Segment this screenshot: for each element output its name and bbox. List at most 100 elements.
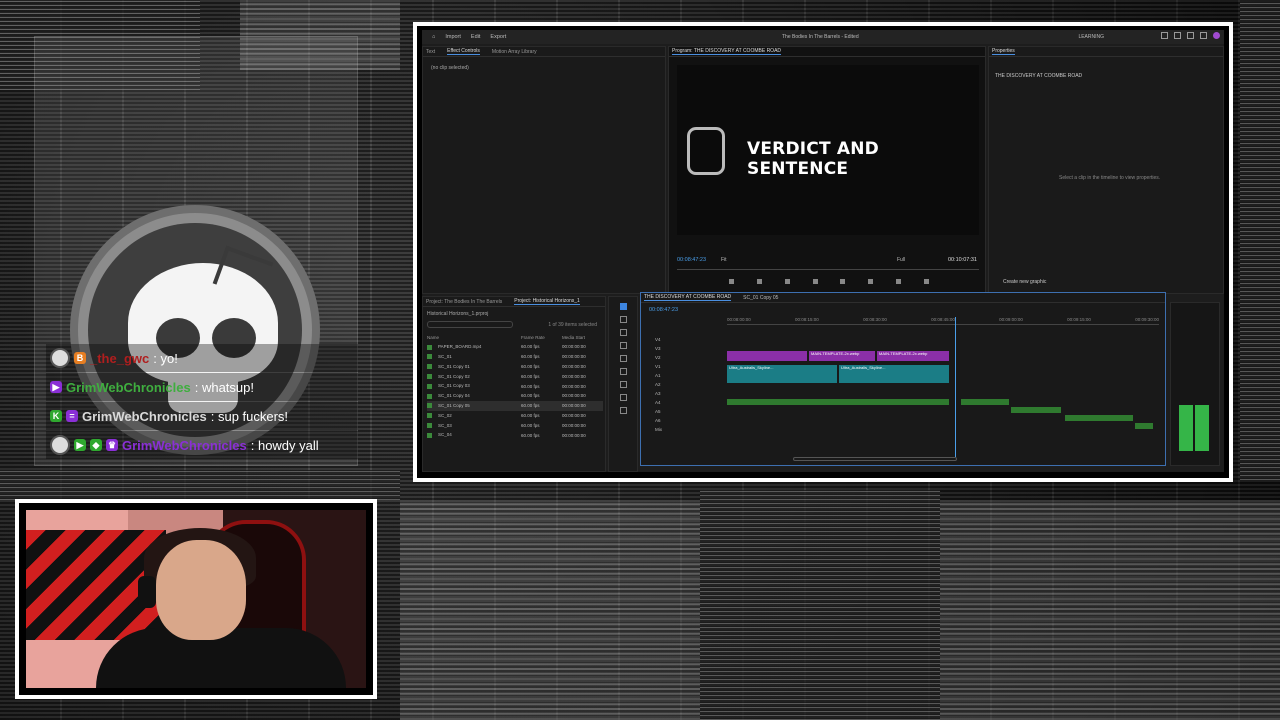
table-row[interactable]: SC_04 60.00 fps 00:00:00:00 xyxy=(427,430,603,440)
title-clip[interactable] xyxy=(727,351,807,361)
create-graphic-button[interactable]: Create new graphic xyxy=(1003,279,1046,285)
track-header[interactable]: A3 xyxy=(649,391,725,400)
pen-icon[interactable] xyxy=(619,368,627,375)
type-icon[interactable] xyxy=(619,407,627,414)
search-icon[interactable] xyxy=(1187,32,1194,39)
color-label-icon[interactable] xyxy=(427,373,432,379)
color-label-icon[interactable] xyxy=(427,422,432,428)
table-row[interactable]: SC_01 60.00 fps 00:00:00:00 xyxy=(427,352,603,362)
track-header[interactable]: V3 xyxy=(649,346,725,355)
lift-icon[interactable] xyxy=(868,279,874,284)
column-name[interactable]: Name xyxy=(427,333,521,342)
color-label-icon[interactable] xyxy=(427,344,432,350)
mark-out-icon[interactable] xyxy=(756,279,762,284)
ruler-tick: 00:08:45:00 xyxy=(931,317,955,322)
tab-sequence[interactable]: THE DISCOVERY AT COOMBE ROAD xyxy=(644,294,732,301)
column-frame-rate[interactable]: Frame Rate xyxy=(521,333,562,342)
track-header[interactable]: A5 xyxy=(649,409,725,418)
color-label-icon[interactable] xyxy=(427,393,432,399)
mark-in-icon[interactable] xyxy=(729,279,734,284)
track-header[interactable]: A4 xyxy=(649,400,725,409)
menu-import[interactable]: Import xyxy=(445,34,461,40)
color-label-icon[interactable] xyxy=(427,432,432,438)
table-row[interactable]: SC_01 Copy 03 60.00 fps 00:00:00:00 xyxy=(427,381,603,391)
track-header[interactable]: V2 xyxy=(649,355,725,364)
time-ruler[interactable]: 00:08:00:00 00:08:15:00 00:08:30:00 00:0… xyxy=(727,317,1159,325)
tab-motion-array[interactable]: Motion Array Library xyxy=(492,49,537,55)
tab-effect-controls[interactable]: Effect Controls xyxy=(447,48,480,55)
zoom-select[interactable]: Fit xyxy=(721,257,727,263)
rectangle-icon[interactable] xyxy=(619,381,627,388)
workspace-icon[interactable] xyxy=(1161,32,1168,39)
home-icon[interactable]: ⌂ xyxy=(432,34,435,40)
tab-project-1[interactable]: Project: The Bodies In The Barrels xyxy=(426,299,502,305)
audio-clip[interactable] xyxy=(1135,423,1153,429)
razor-icon[interactable] xyxy=(619,342,627,349)
program-screen[interactable]: VERDICT AND SENTENCE xyxy=(677,65,979,235)
menu-edit[interactable]: Edit xyxy=(471,34,480,40)
track-header[interactable]: Mix xyxy=(649,427,725,436)
color-label-icon[interactable] xyxy=(427,383,432,389)
play-icon[interactable] xyxy=(812,279,818,284)
chat-username[interactable]: GrimWebChronicles xyxy=(66,380,191,395)
tab-text[interactable]: Text xyxy=(426,49,435,55)
table-row[interactable]: SC_01 Copy 02 60.00 fps 00:00:00:00 xyxy=(427,371,603,381)
table-row[interactable]: SC_03 60.00 fps 00:00:00:00 xyxy=(427,420,603,430)
cell-name: PAPER_BOARD.mp4 xyxy=(427,342,521,352)
timeline-scrollbar[interactable] xyxy=(793,457,957,461)
playhead[interactable] xyxy=(955,317,956,457)
table-row[interactable]: SC_02 60.00 fps 00:00:00:00 xyxy=(427,411,603,421)
track-header[interactable]: A6 xyxy=(649,418,725,427)
step-back-icon[interactable] xyxy=(784,279,790,284)
export-frame-icon[interactable] xyxy=(923,279,929,284)
timeline-timecode[interactable]: 00:08:47:23 xyxy=(649,307,678,313)
extract-icon[interactable] xyxy=(896,279,902,284)
color-label-icon[interactable] xyxy=(427,403,432,409)
video-clip[interactable]: Ultra_Australis_Skyline... xyxy=(727,365,837,383)
program-label[interactable]: Program: THE DISCOVERY AT COOMBE ROAD xyxy=(672,48,782,55)
audio-clip[interactable] xyxy=(727,399,949,405)
column-media-start[interactable]: Media Start xyxy=(562,333,603,342)
menu-export[interactable]: Export xyxy=(490,34,506,40)
color-label-icon[interactable] xyxy=(427,413,432,419)
selection-tool-icon[interactable] xyxy=(619,303,627,310)
track-header[interactable]: V4 xyxy=(649,337,725,346)
title-clip[interactable]: MAIN-TEMPLATE-2x.webp xyxy=(809,351,875,361)
share-icon[interactable] xyxy=(1174,32,1181,39)
chat-username[interactable]: GrimWebChronicles xyxy=(82,409,207,424)
table-row[interactable]: SC_01 Copy 04 60.00 fps 00:00:00:00 xyxy=(427,391,603,401)
current-timecode[interactable]: 00:08:47:23 xyxy=(677,257,706,263)
duration-timecode: 00:10:07:31 xyxy=(947,257,977,263)
slip-icon[interactable] xyxy=(619,355,627,362)
cell-name: SC_02 xyxy=(427,411,521,421)
chat-username[interactable]: _the_gwc xyxy=(90,351,149,366)
table-row[interactable]: PAPER_BOARD.mp4 60.00 fps 00:00:00:00 xyxy=(427,342,603,352)
track-header[interactable]: A1 xyxy=(649,373,725,382)
table-row[interactable]: SC_01 Copy 01 60.00 fps 00:00:00:00 xyxy=(427,362,603,372)
tab-project-2[interactable]: Project: Historical Horizons_1 xyxy=(514,298,580,305)
color-label-icon[interactable] xyxy=(427,364,432,370)
program-scrubber[interactable] xyxy=(677,269,979,273)
item-count: 1 of 39 items selected xyxy=(548,322,597,328)
properties-label[interactable]: Properties xyxy=(992,48,1015,55)
video-clip[interactable]: Ultra_Australis_Skyline... xyxy=(839,365,949,383)
search-input[interactable] xyxy=(427,321,513,328)
resolution-select[interactable]: Full xyxy=(897,257,905,263)
workspace-label[interactable]: LEARNING xyxy=(1078,34,1104,40)
track-select-icon[interactable] xyxy=(619,316,627,323)
audio-clip[interactable] xyxy=(1065,415,1133,421)
ripple-edit-icon[interactable] xyxy=(619,329,627,336)
color-label-icon[interactable] xyxy=(427,354,432,360)
track-header[interactable]: A2 xyxy=(649,382,725,391)
tab-sequence-2[interactable]: SC_01 Copy 05 xyxy=(743,295,778,301)
hand-icon[interactable] xyxy=(619,394,627,401)
step-forward-icon[interactable] xyxy=(840,279,846,284)
avatar[interactable] xyxy=(1213,32,1220,39)
track-header[interactable]: V1 xyxy=(649,364,725,373)
audio-clip[interactable] xyxy=(961,399,1009,405)
fullscreen-icon[interactable] xyxy=(1200,32,1207,39)
audio-clip[interactable] xyxy=(1011,407,1061,413)
chat-username[interactable]: GrimWebChronicles xyxy=(122,438,247,453)
table-row[interactable]: SC_01 Copy 05 60.00 fps 00:00:00:00 xyxy=(427,400,603,411)
title-clip[interactable]: MAIN-TEMPLATE-2x.webp xyxy=(877,351,949,361)
